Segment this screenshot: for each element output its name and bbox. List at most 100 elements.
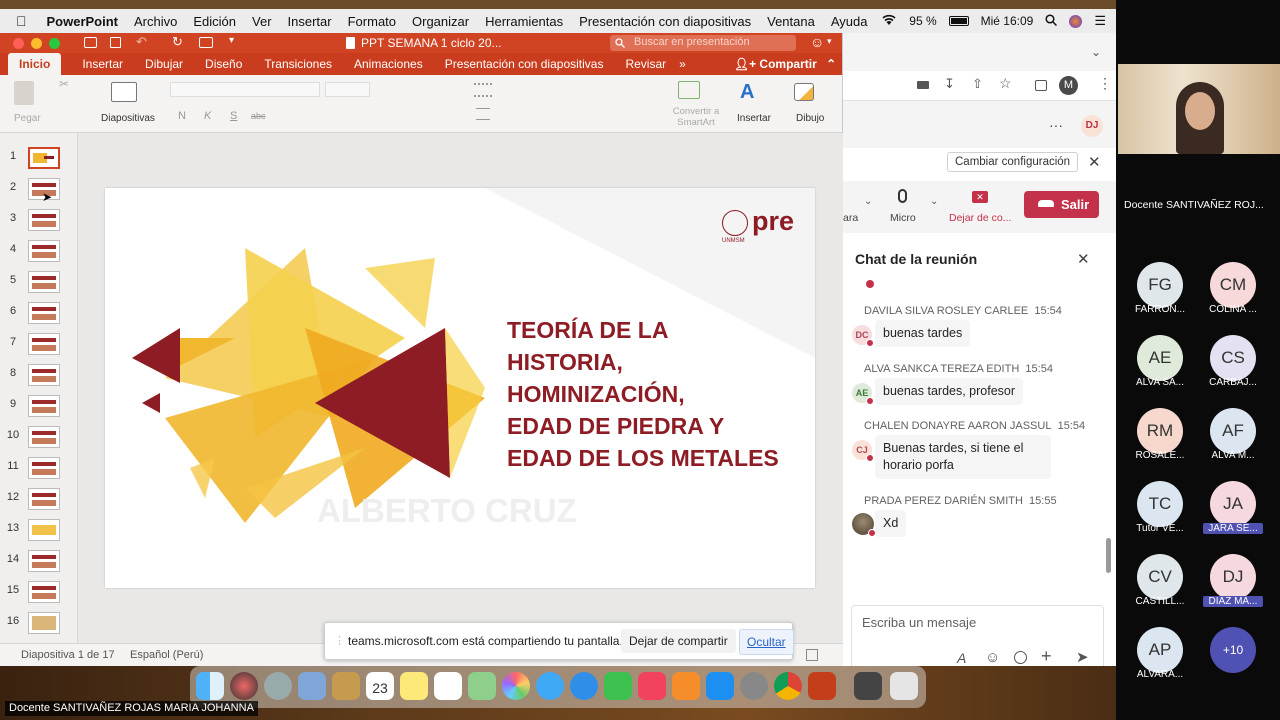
minimize-window-button[interactable] — [31, 38, 42, 49]
close-window-button[interactable] — [13, 38, 24, 49]
siri-icon[interactable] — [230, 672, 258, 700]
chevron-down-icon[interactable]: ⌄ — [930, 196, 938, 207]
menu-app-name[interactable]: PowerPoint — [47, 14, 119, 29]
new-slide-icon[interactable] — [111, 82, 137, 102]
more-icon[interactable]: ··· — [1049, 117, 1063, 133]
zoom-window-button[interactable] — [49, 38, 60, 49]
chrome-icon[interactable] — [774, 672, 802, 700]
reminders-icon[interactable] — [434, 672, 462, 700]
chevron-down-icon[interactable]: ▾ — [827, 36, 832, 47]
slide-editor-canvas[interactable]: pre UNMSM TEORÍA DE LA HISTORIA, HOMINIZ… — [78, 133, 843, 643]
font-size-select[interactable] — [325, 82, 370, 97]
draw-brush-icon[interactable] — [794, 83, 814, 101]
sidebar-toggle-icon[interactable] — [84, 37, 97, 48]
smiley-feedback-icon[interactable]: ☺ — [810, 34, 824, 50]
screen-recorder-icon[interactable] — [854, 672, 882, 700]
slide-thumbnail[interactable]: 13 — [0, 519, 78, 550]
bold-icon[interactable]: N — [178, 110, 186, 122]
chevron-up-icon[interactable]: ⌃ — [826, 57, 836, 71]
menu-item[interactable]: Presentación con diapositivas — [579, 14, 751, 29]
participant-avatar[interactable]: AE — [1137, 335, 1183, 381]
app-store-icon[interactable] — [706, 672, 734, 700]
control-center-icon[interactable]: ☰ — [1094, 13, 1106, 29]
battery-icon[interactable] — [948, 16, 969, 26]
font-name-select[interactable] — [170, 82, 320, 97]
customize-toolbar-icon[interactable]: ▾ — [229, 35, 234, 46]
maps-icon[interactable] — [468, 672, 496, 700]
camera-label[interactable]: ara — [843, 212, 858, 224]
drag-handle-icon[interactable]: ⋮ — [334, 634, 345, 647]
insert-textbox-icon[interactable]: A — [740, 81, 754, 104]
slide-thumbnail[interactable]: 3 — [0, 209, 78, 240]
bullets-icon[interactable] — [474, 83, 492, 97]
slide-thumbnail[interactable]: 5 — [0, 271, 78, 302]
insert-label[interactable]: Insertar — [737, 113, 771, 124]
menu-item[interactable]: Herramientas — [485, 14, 563, 29]
search-presentation-input[interactable]: Buscar en presentación — [610, 35, 796, 51]
leave-button[interactable]: Salir — [1024, 191, 1099, 218]
more-participants-button[interactable]: +10 — [1210, 627, 1256, 673]
sidebar-panel-icon[interactable] — [1035, 80, 1047, 91]
more-options-icon[interactable]: ⋮ — [1098, 75, 1112, 92]
messages-icon[interactable] — [536, 672, 564, 700]
menu-item[interactable]: Insertar — [288, 14, 332, 29]
slide-thumbnails-panel[interactable]: 1 2 3 4 5 6 7 8 9 10 11 12 13 14 15 16 ➤ — [0, 133, 78, 643]
safari-icon[interactable] — [570, 672, 598, 700]
draw-label[interactable]: Dibujo — [796, 113, 824, 124]
present-icon[interactable] — [199, 37, 213, 48]
participant-avatar[interactable]: JA — [1210, 481, 1256, 527]
menu-item[interactable]: Organizar — [412, 14, 469, 29]
menu-item[interactable]: Ayuda — [831, 14, 868, 29]
slide-thumbnail[interactable]: 16 — [0, 612, 78, 643]
user-badge[interactable]: DJ — [1081, 115, 1103, 137]
presenter-video[interactable] — [1118, 64, 1280, 154]
preview-icon[interactable] — [298, 672, 326, 700]
photos-icon[interactable] — [502, 672, 530, 700]
align-left-icon[interactable] — [476, 108, 490, 120]
mic-label[interactable]: Micro — [890, 212, 916, 224]
convert-smartart-icon[interactable] — [678, 81, 700, 99]
calendar-icon[interactable]: 23 — [366, 672, 394, 700]
stop-share-icon[interactable]: ✕ — [972, 191, 988, 203]
participant-avatar[interactable]: CS — [1210, 335, 1256, 381]
save-icon[interactable] — [110, 37, 121, 48]
add-icon[interactable]: + — [1041, 646, 1052, 667]
system-preferences-icon[interactable] — [740, 672, 768, 700]
notes-folder-icon[interactable] — [332, 672, 360, 700]
hide-button[interactable]: Ocultar — [739, 629, 794, 655]
menubar-datetime[interactable]: Mié 16:09 — [981, 14, 1034, 28]
paste-icon[interactable] — [14, 81, 34, 105]
send-icon[interactable]: ➤ — [1076, 648, 1089, 666]
chat-scrollbar[interactable] — [1106, 538, 1111, 573]
finder-icon[interactable] — [196, 672, 224, 700]
launchpad-icon[interactable] — [264, 672, 292, 700]
menu-item[interactable]: Ver — [252, 14, 272, 29]
tab-dibujar[interactable]: Dibujar — [134, 57, 194, 71]
sticker-icon[interactable] — [1014, 651, 1027, 664]
slide-thumbnail[interactable]: 9 — [0, 395, 78, 426]
sender-avatar[interactable]: CJ — [852, 440, 874, 462]
participant-avatar[interactable]: FG — [1137, 262, 1183, 308]
change-settings-button[interactable]: Cambiar configuración — [947, 152, 1079, 172]
tab-diseno[interactable]: Diseño — [194, 57, 253, 71]
tab-revisar[interactable]: Revisar — [614, 57, 677, 71]
sender-avatar[interactable]: DC — [852, 325, 874, 347]
participant-avatar[interactable]: CV — [1137, 554, 1183, 600]
sender-photo-avatar[interactable] — [852, 513, 876, 537]
participant-avatar[interactable]: TC — [1137, 481, 1183, 527]
close-icon[interactable]: ✕ — [1088, 153, 1101, 171]
apple-icon[interactable]:  — [16, 13, 27, 29]
camera-icon[interactable] — [917, 81, 929, 89]
participant-avatar[interactable]: DJ — [1210, 554, 1256, 600]
chevron-down-icon[interactable]: ⌄ — [864, 196, 872, 207]
italic-icon[interactable]: K — [204, 110, 211, 122]
more-tabs-icon[interactable]: » — [679, 57, 686, 71]
books-icon[interactable] — [672, 672, 700, 700]
spotlight-search-icon[interactable] — [1045, 13, 1058, 29]
format-icon[interactable]: A — [957, 650, 966, 666]
menu-item[interactable]: Formato — [348, 14, 396, 29]
menu-item[interactable]: Edición — [193, 14, 236, 29]
menu-item[interactable]: Archivo — [134, 14, 177, 29]
close-chat-icon[interactable]: ✕ — [1077, 250, 1090, 268]
profile-avatar[interactable]: M — [1059, 76, 1078, 95]
